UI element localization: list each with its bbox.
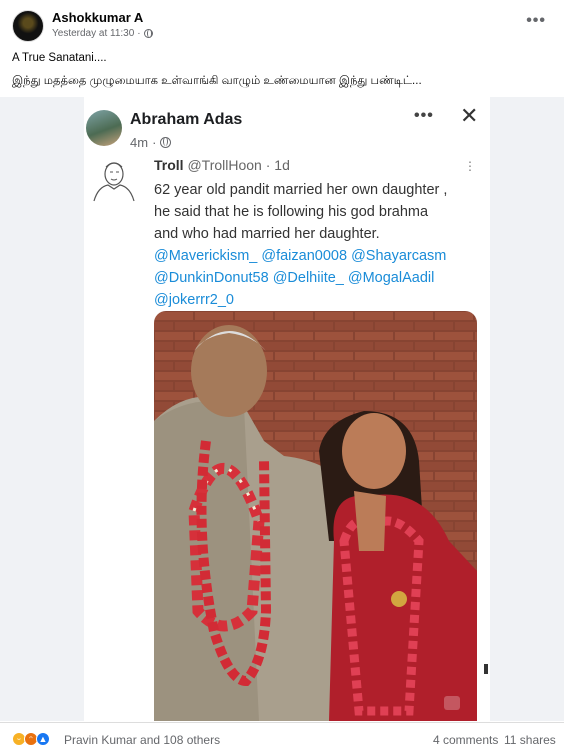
- tweet-text: 62 year old pandit married her own daugh…: [154, 179, 484, 245]
- reactions-bar: ᵕ ᵔ ▲ Pravin Kumar and 108 others 4 comm…: [0, 722, 564, 751]
- close-icon: ✕: [460, 103, 479, 128]
- post-caption-line1: A True Sanatani....: [12, 52, 107, 64]
- shared-meta: 4m ·: [130, 135, 172, 150]
- tweet-header: Troll @TrollHoon · 1d: [154, 157, 290, 173]
- like-icon: ▲: [36, 732, 50, 746]
- tweet-mention-line: @DunkinDonut58 @Delhiite_ @MogalAadil: [154, 270, 435, 286]
- tweet-photo: [154, 311, 477, 721]
- tweet-mention-line: @Maverickism_ @faizan0008 @Shayarcasm: [154, 248, 447, 264]
- reaction-icons[interactable]: ᵕ ᵔ ▲: [12, 732, 58, 746]
- post-time[interactable]: Yesterday at 11:30: [52, 28, 134, 39]
- tweet-mention-line: @jokerrr2_0: [154, 292, 234, 308]
- tweet-menu-icon: ⋮: [464, 159, 476, 173]
- tweet-text-line: and who had married her daughter.: [154, 226, 380, 242]
- globe-icon: [160, 137, 172, 148]
- post-author-name[interactable]: Ashokkumar A: [52, 10, 143, 25]
- author-avatar[interactable]: [12, 10, 44, 42]
- post-menu-button[interactable]: •••: [526, 12, 546, 30]
- comments-count[interactable]: 4 comments: [433, 733, 498, 747]
- tweet-text-line: 62 year old pandit married her own daugh…: [154, 182, 448, 198]
- tweet-mentions: @Maverickism_ @faizan0008 @Shayarcasm @D…: [154, 245, 484, 311]
- tweet-account-handle: @TrollHoon · 1d: [187, 157, 290, 173]
- troll-avatar-sketch: [93, 162, 135, 202]
- shared-author-name: Abraham Adas: [130, 111, 243, 128]
- shared-screenshot: Abraham Adas 4m · ••• ✕ Troll @TrollHoon…: [84, 97, 490, 721]
- reactions-summary[interactable]: Pravin Kumar and 108 others: [64, 733, 220, 747]
- post-header: Ashokkumar A Yesterday at 11:30 · •••: [0, 0, 564, 46]
- tweet-text-line: he said that he is following his god bra…: [154, 204, 429, 220]
- shared-menu-icon: •••: [414, 107, 434, 124]
- shares-count[interactable]: 11 shares: [504, 733, 556, 747]
- globe-icon[interactable]: [143, 29, 153, 38]
- post-image[interactable]: Abraham Adas 4m · ••• ✕ Troll @TrollHoon…: [0, 97, 564, 721]
- post-caption-line2: இந்து மதத்தை முழுமையாக உள்வாங்கி வாழும் …: [12, 75, 422, 87]
- tweet-account-name: Troll: [154, 157, 184, 173]
- scrollbar-thumb: [484, 664, 488, 674]
- post-meta: Yesterday at 11:30 ·: [52, 28, 153, 39]
- shared-author-avatar: [86, 110, 122, 146]
- shared-time: 4m: [130, 135, 149, 150]
